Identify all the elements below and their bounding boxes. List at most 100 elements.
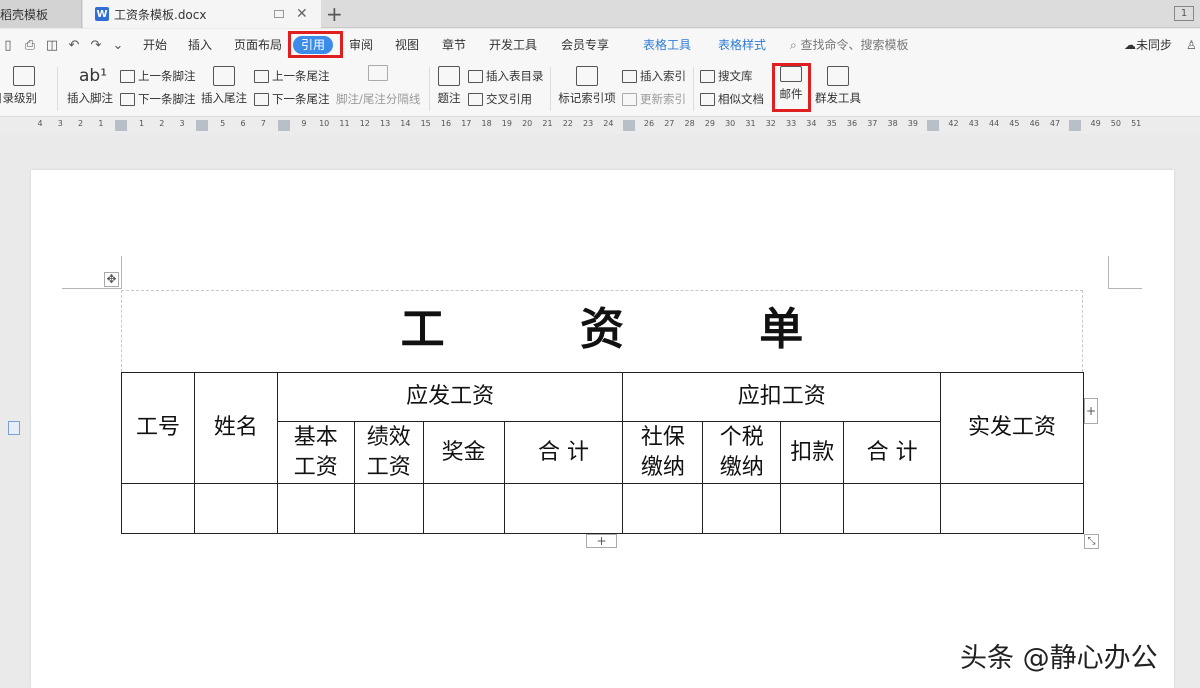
menu-membership[interactable]: 会员专享 xyxy=(561,29,609,61)
menu-insert[interactable]: 插入 xyxy=(188,29,212,61)
ruler-marker[interactable] xyxy=(622,120,635,131)
similar-document-button[interactable]: 相似文档 xyxy=(700,91,764,107)
command-search[interactable]: ⌕ 查找命令、搜索模板 xyxy=(790,29,909,61)
table-cell[interactable] xyxy=(353,483,424,534)
menu-chapter[interactable]: 章节 xyxy=(442,29,466,61)
close-icon[interactable]: ✕ xyxy=(296,6,308,22)
table-resize-handle[interactable]: ⤡ xyxy=(1084,534,1099,549)
caption-button[interactable]: 题注 xyxy=(434,66,464,106)
menu-table-tools[interactable]: 表格工具 xyxy=(643,29,691,61)
ruler-tick-label: 4 xyxy=(37,119,43,128)
cross-reference-button[interactable]: 交叉引用 xyxy=(468,91,532,107)
ruler-tick-label: 39 xyxy=(907,119,918,128)
ruler-tick-label: 50 xyxy=(1110,119,1121,128)
insert-index-button[interactable]: 插入索引 xyxy=(622,68,686,84)
header-social-line2: 缴纳 xyxy=(640,454,685,480)
table-cell[interactable] xyxy=(422,483,505,534)
table-cell[interactable] xyxy=(193,483,278,534)
insert-footnote-button[interactable]: ab¹ 插入脚注 xyxy=(66,66,114,106)
print-preview-icon[interactable]: ◫ xyxy=(44,38,60,53)
ruler-tick-label: 18 xyxy=(481,119,492,128)
next-footnote-button[interactable]: 下一条脚注 xyxy=(120,91,196,107)
ruler-tick-label: 34 xyxy=(806,119,817,128)
insert-index-icon xyxy=(622,69,637,83)
ruler-marker[interactable] xyxy=(277,120,290,131)
chevron-down-icon[interactable]: ⌄ xyxy=(110,38,126,53)
menu-view[interactable]: 视图 xyxy=(395,29,419,61)
prev-footnote-button[interactable]: 上一条脚注 xyxy=(120,68,196,84)
update-index-button[interactable]: 更新索引 xyxy=(622,91,686,107)
table-cell[interactable] xyxy=(121,483,195,534)
table-cell[interactable] xyxy=(503,483,624,534)
add-column-button[interactable]: + xyxy=(1084,398,1098,424)
menu-review[interactable]: 审阅 xyxy=(349,29,373,61)
insert-table-toc-label: 插入表目录 xyxy=(486,69,544,83)
mass-mail-tool-button[interactable]: 群发工具 xyxy=(812,66,864,106)
ruler-tick-label: 13 xyxy=(380,119,391,128)
share-button[interactable]: ♙ xyxy=(1186,29,1197,61)
monitor-icon[interactable] xyxy=(274,10,284,18)
menu-page-layout[interactable]: 页面布局 xyxy=(234,29,282,61)
similar-document-icon xyxy=(700,92,715,106)
print-icon[interactable]: ⎙ xyxy=(22,38,38,53)
table-cell[interactable] xyxy=(780,483,845,534)
document-side-icon[interactable] xyxy=(8,421,20,435)
table-cell[interactable] xyxy=(622,483,704,534)
separator xyxy=(57,67,58,111)
menu-home[interactable]: 开始 xyxy=(143,29,167,61)
table-cell[interactable] xyxy=(276,483,355,534)
ruler-marker[interactable] xyxy=(115,120,128,131)
table-move-handle[interactable]: ✥ xyxy=(104,272,119,287)
separator xyxy=(429,67,430,111)
cross-reference-icon xyxy=(468,92,483,106)
user-icon: ♙ xyxy=(1186,38,1197,52)
next-footnote-icon xyxy=(120,92,135,106)
table-cell[interactable] xyxy=(843,483,942,534)
header-payable: 应发工资 xyxy=(276,372,624,422)
caption-label: 题注 xyxy=(437,91,461,105)
window-count-badge[interactable]: 1 xyxy=(1174,6,1194,21)
mark-index-button[interactable]: 标记索引项 xyxy=(556,66,618,106)
sync-status[interactable]: ☁未同步 xyxy=(1124,29,1172,61)
mark-index-label: 标记索引项 xyxy=(558,91,616,105)
highlight-box-mail xyxy=(772,63,811,112)
table-cell[interactable] xyxy=(940,483,1084,534)
salary-table[interactable]: 工号 姓名 应发工资 应扣工资 实发工资 基本 工资 绩效 工资 奖金 合 计 社保… xyxy=(121,372,1084,534)
next-endnote-label: 下一条尾注 xyxy=(272,92,330,106)
insert-index-label: 插入索引 xyxy=(640,69,686,83)
ruler-tick-label: 9 xyxy=(301,119,307,128)
menu-developer[interactable]: 开发工具 xyxy=(489,29,537,61)
menu-table-style[interactable]: 表格样式 xyxy=(718,29,766,61)
prev-footnote-icon xyxy=(120,69,135,83)
ruler-tick-label: 43 xyxy=(968,119,979,128)
ruler-tick-label: 17 xyxy=(461,119,472,128)
undo-icon[interactable]: ↶ xyxy=(66,38,82,53)
separator-line-button[interactable]: 脚注/尾注分隔线 xyxy=(336,91,420,107)
caption-icon xyxy=(438,66,460,86)
prev-endnote-button[interactable]: 上一条尾注 xyxy=(254,68,330,84)
insert-endnote-button[interactable]: 插入尾注 xyxy=(200,66,248,106)
margin-corner-mark xyxy=(62,288,122,289)
horizontal-ruler[interactable]: 4 3 2 1 1 2 3 5 6 7 9 10 11 12 13 14 15 16 17 18 19 20 21 22 23 2… xyxy=(0,117,1200,134)
ruler-tick-label: 1 xyxy=(98,119,104,128)
new-tab-button[interactable]: + xyxy=(326,2,343,26)
toc-level-button[interactable]: 目录级别 xyxy=(0,66,48,106)
table-cell[interactable] xyxy=(702,483,782,534)
quick-access-toolbar: ▯ ⎙ ◫ ↶ ↷ ⌄ xyxy=(0,38,132,53)
ruler-marker[interactable] xyxy=(1069,120,1082,131)
add-row-button[interactable]: + xyxy=(586,534,617,548)
next-endnote-button[interactable]: 下一条尾注 xyxy=(254,91,330,107)
separator xyxy=(550,67,551,111)
search-library-button[interactable]: 搜文库 xyxy=(700,68,753,84)
ruler-tick-label: 35 xyxy=(826,119,837,128)
insert-table-toc-button[interactable]: 插入表目录 xyxy=(468,68,544,84)
tab-docer-templates[interactable]: 找稻壳模板 xyxy=(0,0,82,28)
ruler-marker[interactable] xyxy=(196,120,209,131)
redo-icon[interactable]: ↷ xyxy=(88,38,104,53)
tab-document[interactable]: W 工资条模板.docx ✕ xyxy=(83,0,321,28)
ruler-marker[interactable] xyxy=(927,120,940,131)
ruler-tick-label: 31 xyxy=(745,119,756,128)
save-icon[interactable]: ▯ xyxy=(0,38,16,53)
ruler-tick-label: 12 xyxy=(359,119,370,128)
watermark-text: 头条 @静心办公 xyxy=(960,643,1158,674)
